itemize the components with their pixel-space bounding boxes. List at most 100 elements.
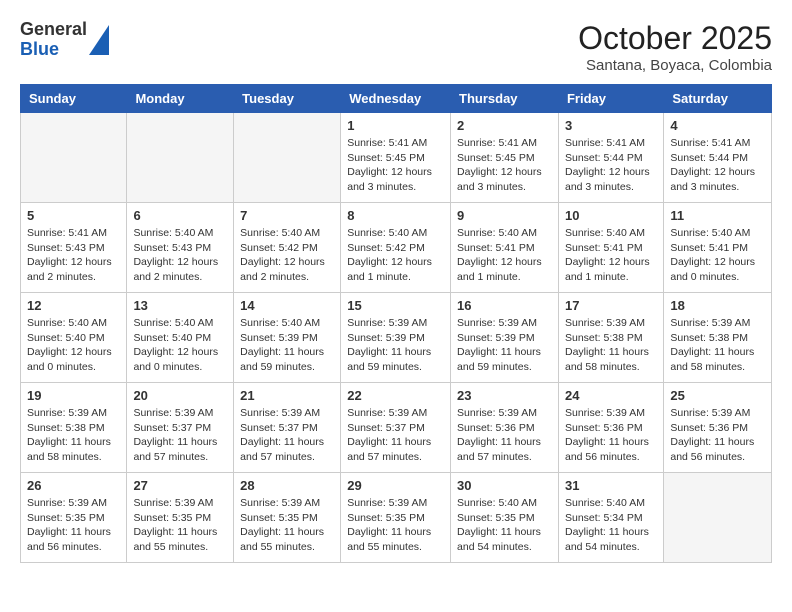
day-number: 4 — [670, 118, 765, 133]
day-number: 28 — [240, 478, 334, 493]
day-number: 11 — [670, 208, 765, 223]
col-saturday: Saturday — [664, 85, 772, 113]
cell-details: Sunrise: 5:39 AMSunset: 5:37 PMDaylight:… — [347, 406, 444, 465]
location-subtitle: Santana, Boyaca, Colombia — [578, 57, 772, 74]
calendar-cell: 14 Sunrise: 5:40 AMSunset: 5:39 PMDayligh… — [234, 293, 341, 383]
day-number: 24 — [565, 388, 657, 403]
cell-details: Sunrise: 5:41 AMSunset: 5:43 PMDaylight:… — [27, 226, 120, 285]
logo-blue-text: Blue — [20, 40, 87, 60]
day-number: 30 — [457, 478, 552, 493]
cell-details: Sunrise: 5:39 AMSunset: 5:36 PMDaylight:… — [670, 406, 765, 465]
calendar-week-2: 5 Sunrise: 5:41 AMSunset: 5:43 PMDaylight… — [21, 203, 772, 293]
calendar-week-4: 19Sunrise: 5:39 AMSunset: 5:38 PMDayligh… — [21, 383, 772, 473]
calendar-cell — [21, 113, 127, 203]
cell-details: Sunrise: 5:41 AMSunset: 5:44 PMDaylight:… — [565, 136, 657, 195]
day-number: 8 — [347, 208, 444, 223]
calendar-cell: 11 Sunrise: 5:40 AMSunset: 5:41 PMDayligh… — [664, 203, 772, 293]
calendar-cell: 8 Sunrise: 5:40 AMSunset: 5:42 PMDaylight… — [341, 203, 451, 293]
cell-details: Sunrise: 5:39 AMSunset: 5:36 PMDaylight:… — [565, 406, 657, 465]
day-number: 3 — [565, 118, 657, 133]
page-header: General Blue October 2025 Santana, Boyac… — [20, 20, 772, 74]
calendar-cell: 21 Sunrise: 5:39 AMSunset: 5:37 PMDayligh… — [234, 383, 341, 473]
calendar-cell: 20 Sunrise: 5:39 AMSunset: 5:37 PMDayligh… — [127, 383, 234, 473]
cell-details: Sunrise: 5:40 AMSunset: 5:40 PMDaylight:… — [133, 316, 227, 375]
day-number: 17 — [565, 298, 657, 313]
calendar-cell: 25 Sunrise: 5:39 AMSunset: 5:36 PMDayligh… — [664, 383, 772, 473]
calendar-table: Sunday Monday Tuesday Wednesday Thursday… — [20, 84, 772, 563]
cell-details: Sunrise: 5:39 AMSunset: 5:36 PMDaylight:… — [457, 406, 552, 465]
calendar-cell: 23 Sunrise: 5:39 AMSunset: 5:36 PMDayligh… — [451, 383, 559, 473]
day-number: 16 — [457, 298, 552, 313]
day-number: 26 — [27, 478, 120, 493]
col-wednesday: Wednesday — [341, 85, 451, 113]
calendar-cell: 31 Sunrise: 5:40 AMSunset: 5:34 PMDayligh… — [558, 473, 663, 563]
cell-details: Sunrise: 5:39 AMSunset: 5:38 PMDaylight:… — [565, 316, 657, 375]
cell-details: Sunrise: 5:40 AMSunset: 5:34 PMDaylight:… — [565, 496, 657, 555]
day-number: 10 — [565, 208, 657, 223]
calendar-cell: 5 Sunrise: 5:41 AMSunset: 5:43 PMDaylight… — [21, 203, 127, 293]
calendar-cell: 3 Sunrise: 5:41 AMSunset: 5:44 PMDaylight… — [558, 113, 663, 203]
calendar-cell: 2 Sunrise: 5:41 AMSunset: 5:45 PMDaylight… — [451, 113, 559, 203]
day-number: 5 — [27, 208, 120, 223]
cell-details: Sunrise: 5:39 AMSunset: 5:38 PMDaylight:… — [670, 316, 765, 375]
calendar-cell: 22 Sunrise: 5:39 AMSunset: 5:37 PMDayligh… — [341, 383, 451, 473]
cell-details: Sunrise: 5:40 AMSunset: 5:40 PMDaylight:… — [27, 316, 120, 375]
calendar-cell: 28Sunrise: 5:39 AMSunset: 5:35 PMDayligh… — [234, 473, 341, 563]
day-number: 31 — [565, 478, 657, 493]
cell-details: Sunrise: 5:39 AMSunset: 5:37 PMDaylight:… — [133, 406, 227, 465]
cell-details: Sunrise: 5:40 AMSunset: 5:41 PMDaylight:… — [565, 226, 657, 285]
cell-details: Sunrise: 5:39 AMSunset: 5:39 PMDaylight:… — [347, 316, 444, 375]
cell-details: Sunrise: 5:39 AMSunset: 5:37 PMDaylight:… — [240, 406, 334, 465]
cell-details: Sunrise: 5:40 AMSunset: 5:43 PMDaylight:… — [133, 226, 227, 285]
logo: General Blue — [20, 20, 109, 60]
calendar-cell — [234, 113, 341, 203]
day-number: 27 — [133, 478, 227, 493]
day-number: 29 — [347, 478, 444, 493]
day-number: 2 — [457, 118, 552, 133]
day-number: 23 — [457, 388, 552, 403]
calendar-cell: 12 Sunrise: 5:40 AMSunset: 5:40 PMDayligh… — [21, 293, 127, 383]
day-number: 21 — [240, 388, 334, 403]
col-monday: Monday — [127, 85, 234, 113]
cell-details: Sunrise: 5:40 AMSunset: 5:41 PMDaylight:… — [670, 226, 765, 285]
calendar-cell: 17 Sunrise: 5:39 AMSunset: 5:38 PMDayligh… — [558, 293, 663, 383]
calendar-cell: 15Sunrise: 5:39 AMSunset: 5:39 PMDayligh… — [341, 293, 451, 383]
calendar-cell: 1 Sunrise: 5:41 AMSunset: 5:45 PMDaylight… — [341, 113, 451, 203]
cell-details: Sunrise: 5:39 AMSunset: 5:35 PMDaylight:… — [133, 496, 227, 555]
month-title: October 2025 — [578, 20, 772, 57]
calendar-cell: 24 Sunrise: 5:39 AMSunset: 5:36 PMDayligh… — [558, 383, 663, 473]
day-number: 12 — [27, 298, 120, 313]
calendar-week-1: 1 Sunrise: 5:41 AMSunset: 5:45 PMDaylight… — [21, 113, 772, 203]
calendar-cell: 6 Sunrise: 5:40 AMSunset: 5:43 PMDaylight… — [127, 203, 234, 293]
title-block: October 2025 Santana, Boyaca, Colombia — [578, 20, 772, 74]
calendar-cell: 16 Sunrise: 5:39 AMSunset: 5:39 PMDayligh… — [451, 293, 559, 383]
calendar-cell: 9Sunrise: 5:40 AMSunset: 5:41 PMDaylight… — [451, 203, 559, 293]
day-number: 22 — [347, 388, 444, 403]
calendar-cell: 7Sunrise: 5:40 AMSunset: 5:42 PMDaylight… — [234, 203, 341, 293]
day-number: 9 — [457, 208, 552, 223]
cell-details: Sunrise: 5:40 AMSunset: 5:42 PMDaylight:… — [240, 226, 334, 285]
day-number: 13 — [133, 298, 227, 313]
cell-details: Sunrise: 5:40 AMSunset: 5:42 PMDaylight:… — [347, 226, 444, 285]
calendar-cell — [127, 113, 234, 203]
day-number: 18 — [670, 298, 765, 313]
logo-icon — [89, 25, 109, 55]
cell-details: Sunrise: 5:39 AMSunset: 5:39 PMDaylight:… — [457, 316, 552, 375]
day-number: 14 — [240, 298, 334, 313]
cell-details: Sunrise: 5:41 AMSunset: 5:45 PMDaylight:… — [347, 136, 444, 195]
day-number: 20 — [133, 388, 227, 403]
calendar-cell: 10 Sunrise: 5:40 AMSunset: 5:41 PMDayligh… — [558, 203, 663, 293]
calendar-cell: 29Sunrise: 5:39 AMSunset: 5:35 PMDayligh… — [341, 473, 451, 563]
calendar-cell: 4Sunrise: 5:41 AMSunset: 5:44 PMDaylight… — [664, 113, 772, 203]
calendar-cell: 13 Sunrise: 5:40 AMSunset: 5:40 PMDayligh… — [127, 293, 234, 383]
logo-general-text: General — [20, 20, 87, 40]
cell-details: Sunrise: 5:41 AMSunset: 5:45 PMDaylight:… — [457, 136, 552, 195]
calendar-header-row: Sunday Monday Tuesday Wednesday Thursday… — [21, 85, 772, 113]
day-number: 6 — [133, 208, 227, 223]
calendar-cell: 26 Sunrise: 5:39 AMSunset: 5:35 PMDayligh… — [21, 473, 127, 563]
cell-details: Sunrise: 5:39 AMSunset: 5:35 PMDaylight:… — [27, 496, 120, 555]
day-number: 25 — [670, 388, 765, 403]
cell-details: Sunrise: 5:40 AMSunset: 5:39 PMDaylight:… — [240, 316, 334, 375]
day-number: 1 — [347, 118, 444, 133]
calendar-week-5: 26 Sunrise: 5:39 AMSunset: 5:35 PMDayligh… — [21, 473, 772, 563]
